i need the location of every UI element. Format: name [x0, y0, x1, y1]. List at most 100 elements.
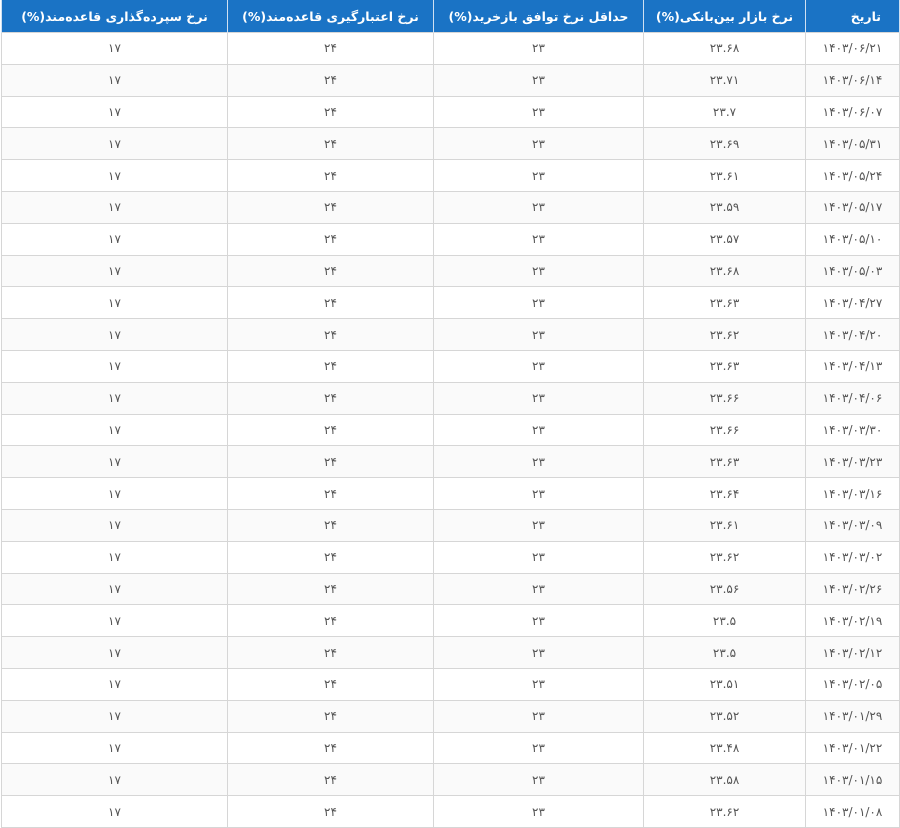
cell-date: ۱۴۰۳/۰۴/۱۳	[805, 349, 900, 383]
cell-standing-credit-rate: ۲۴	[227, 286, 434, 320]
cell-standing-deposit-rate: ۱۷	[1, 222, 228, 256]
cell-standing-deposit-rate: ۱۷	[1, 731, 228, 765]
cell-min-repo-rate: ۲۳	[433, 222, 644, 256]
cell-interbank-rate: ۲۳.۶۲	[643, 795, 806, 828]
cell-date: ۱۴۰۳/۰۶/۱۴	[805, 63, 900, 97]
cell-date: ۱۴۰۳/۰۴/۲۷	[805, 286, 900, 320]
cell-min-repo-rate: ۲۳	[433, 381, 644, 415]
header-standing-credit-rate: نرخ اعتبارگیری قاعده‌مند(%)	[227, 0, 434, 33]
cell-standing-deposit-rate: ۱۷	[1, 349, 228, 383]
table-row: ۱۴۰۳/۰۵/۰۳ ۲۳.۶۸ ۲۳ ۲۴ ۱۷	[1, 254, 900, 288]
cell-date: ۱۴۰۳/۰۳/۰۲	[805, 540, 900, 574]
cell-min-repo-rate: ۲۳	[433, 604, 644, 638]
table-row: ۱۴۰۳/۰۴/۰۶ ۲۳.۶۶ ۲۳ ۲۴ ۱۷	[1, 381, 900, 415]
cell-date: ۱۴۰۳/۰۴/۲۰	[805, 318, 900, 351]
table-row: ۱۴۰۳/۰۳/۳۰ ۲۳.۶۶ ۲۳ ۲۴ ۱۷	[1, 413, 900, 447]
cell-date: ۱۴۰۳/۰۱/۱۵	[805, 763, 900, 797]
cell-standing-deposit-rate: ۱۷	[1, 477, 228, 510]
cell-date: ۱۴۰۳/۰۱/۰۸	[805, 795, 900, 828]
table-row: ۱۴۰۳/۰۴/۱۳ ۲۳.۶۳ ۲۳ ۲۴ ۱۷	[1, 349, 900, 383]
cell-interbank-rate: ۲۳.۶۹	[643, 127, 806, 161]
cell-date: ۱۴۰۳/۰۴/۰۶	[805, 381, 900, 415]
cell-standing-deposit-rate: ۱۷	[1, 32, 228, 65]
cell-interbank-rate: ۲۳.۶۳	[643, 445, 806, 479]
table-row: ۱۴۰۳/۰۲/۱۲ ۲۳.۵ ۲۳ ۲۴ ۱۷	[1, 636, 900, 669]
cell-min-repo-rate: ۲۳	[433, 349, 644, 383]
cell-interbank-rate: ۲۳.۵۹	[643, 190, 806, 224]
cell-min-repo-rate: ۲۳	[433, 477, 644, 510]
cell-standing-deposit-rate: ۱۷	[1, 795, 228, 828]
cell-min-repo-rate: ۲۳	[433, 763, 644, 797]
cell-interbank-rate: ۲۳.۷۱	[643, 63, 806, 97]
cell-interbank-rate: ۲۳.۵۶	[643, 572, 806, 606]
cell-min-repo-rate: ۲۳	[433, 667, 644, 701]
table-row: ۱۴۰۳/۰۱/۱۵ ۲۳.۵۸ ۲۳ ۲۴ ۱۷	[1, 763, 900, 797]
table-body: ۱۴۰۳/۰۶/۲۱ ۲۳.۶۸ ۲۳ ۲۴ ۱۷ ۱۴۰۳/۰۶/۱۴ ۲۳.۷۱ ۲۳ ۲۴…	[1, 32, 900, 828]
cell-date: ۱۴۰۳/۰۵/۰۳	[805, 254, 900, 288]
table-row: ۱۴۰۳/۰۱/۲۲ ۲۳.۴۸ ۲۳ ۲۴ ۱۷	[1, 731, 900, 765]
cell-date: ۱۴۰۳/۰۳/۰۹	[805, 508, 900, 542]
cell-min-repo-rate: ۲۳	[433, 636, 644, 669]
cell-standing-deposit-rate: ۱۷	[1, 636, 228, 669]
cell-standing-credit-rate: ۲۴	[227, 222, 434, 256]
cell-standing-credit-rate: ۲۴	[227, 667, 434, 701]
cell-standing-deposit-rate: ۱۷	[1, 540, 228, 574]
cell-standing-credit-rate: ۲۴	[227, 636, 434, 669]
cell-standing-credit-rate: ۲۴	[227, 254, 434, 288]
cell-standing-credit-rate: ۲۴	[227, 477, 434, 510]
cell-min-repo-rate: ۲۳	[433, 95, 644, 129]
cell-standing-deposit-rate: ۱۷	[1, 413, 228, 447]
header-standing-deposit-rate: نرخ سپرده‌گذاری قاعده‌مند(%)	[1, 0, 228, 33]
cell-interbank-rate: ۲۳.۶۶	[643, 413, 806, 447]
table-row: ۱۴۰۳/۰۲/۲۶ ۲۳.۵۶ ۲۳ ۲۴ ۱۷	[1, 572, 900, 606]
cell-min-repo-rate: ۲۳	[433, 540, 644, 574]
cell-interbank-rate: ۲۳.۶۲	[643, 540, 806, 574]
cell-interbank-rate: ۲۳.۶۲	[643, 318, 806, 351]
cell-min-repo-rate: ۲۳	[433, 445, 644, 479]
cell-date: ۱۴۰۳/۰۳/۱۶	[805, 477, 900, 510]
table-row: ۱۴۰۳/۰۴/۲۷ ۲۳.۶۳ ۲۳ ۲۴ ۱۷	[1, 286, 900, 320]
cell-min-repo-rate: ۲۳	[433, 413, 644, 447]
header-interbank-rate: نرخ بازار بین‌بانکی(%)	[643, 0, 806, 33]
cell-date: ۱۴۰۳/۰۲/۱۹	[805, 604, 900, 638]
table-row: ۱۴۰۳/۰۴/۲۰ ۲۳.۶۲ ۲۳ ۲۴ ۱۷	[1, 318, 900, 351]
cell-standing-credit-rate: ۲۴	[227, 572, 434, 606]
table-row: ۱۴۰۳/۰۳/۰۲ ۲۳.۶۲ ۲۳ ۲۴ ۱۷	[1, 540, 900, 574]
cell-standing-credit-rate: ۲۴	[227, 381, 434, 415]
cell-date: ۱۴۰۳/۰۱/۲۲	[805, 731, 900, 765]
cell-min-repo-rate: ۲۳	[433, 699, 644, 733]
table-header: تاریخ نرخ بازار بین‌بانکی(%) حداقل نرخ ت…	[1, 0, 900, 33]
cell-interbank-rate: ۲۳.۶۳	[643, 349, 806, 383]
table-row: ۱۴۰۳/۰۳/۲۳ ۲۳.۶۳ ۲۳ ۲۴ ۱۷	[1, 445, 900, 479]
cell-standing-deposit-rate: ۱۷	[1, 254, 228, 288]
cell-standing-deposit-rate: ۱۷	[1, 381, 228, 415]
cell-standing-deposit-rate: ۱۷	[1, 508, 228, 542]
cell-min-repo-rate: ۲۳	[433, 190, 644, 224]
cell-standing-deposit-rate: ۱۷	[1, 127, 228, 161]
cell-date: ۱۴۰۳/۰۲/۰۵	[805, 667, 900, 701]
cell-min-repo-rate: ۲۳	[433, 286, 644, 320]
cell-standing-credit-rate: ۲۴	[227, 763, 434, 797]
cell-interbank-rate: ۲۳.۶۳	[643, 286, 806, 320]
cell-standing-credit-rate: ۲۴	[227, 540, 434, 574]
cell-standing-credit-rate: ۲۴	[227, 95, 434, 129]
table-row: ۱۴۰۳/۰۳/۰۹ ۲۳.۶۱ ۲۳ ۲۴ ۱۷	[1, 508, 900, 542]
rates-table: تاریخ نرخ بازار بین‌بانکی(%) حداقل نرخ ت…	[1, 0, 900, 828]
cell-min-repo-rate: ۲۳	[433, 508, 644, 542]
cell-interbank-rate: ۲۳.۶۱	[643, 508, 806, 542]
cell-date: ۱۴۰۳/۰۵/۱۷	[805, 190, 900, 224]
cell-min-repo-rate: ۲۳	[433, 572, 644, 606]
cell-standing-deposit-rate: ۱۷	[1, 63, 228, 97]
cell-date: ۱۴۰۳/۰۶/۰۷	[805, 95, 900, 129]
cell-interbank-rate: ۲۳.۵	[643, 636, 806, 669]
cell-interbank-rate: ۲۳.۴۸	[643, 731, 806, 765]
rates-table-container: تاریخ نرخ بازار بین‌بانکی(%) حداقل نرخ ت…	[0, 0, 900, 828]
cell-standing-deposit-rate: ۱۷	[1, 572, 228, 606]
cell-standing-credit-rate: ۲۴	[227, 159, 434, 192]
header-row: تاریخ نرخ بازار بین‌بانکی(%) حداقل نرخ ت…	[1, 0, 900, 33]
table-row: ۱۴۰۳/۰۶/۱۴ ۲۳.۷۱ ۲۳ ۲۴ ۱۷	[1, 63, 900, 97]
cell-date: ۱۴۰۳/۰۵/۳۱	[805, 127, 900, 161]
cell-standing-deposit-rate: ۱۷	[1, 318, 228, 351]
cell-min-repo-rate: ۲۳	[433, 127, 644, 161]
cell-interbank-rate: ۲۳.۶۶	[643, 381, 806, 415]
